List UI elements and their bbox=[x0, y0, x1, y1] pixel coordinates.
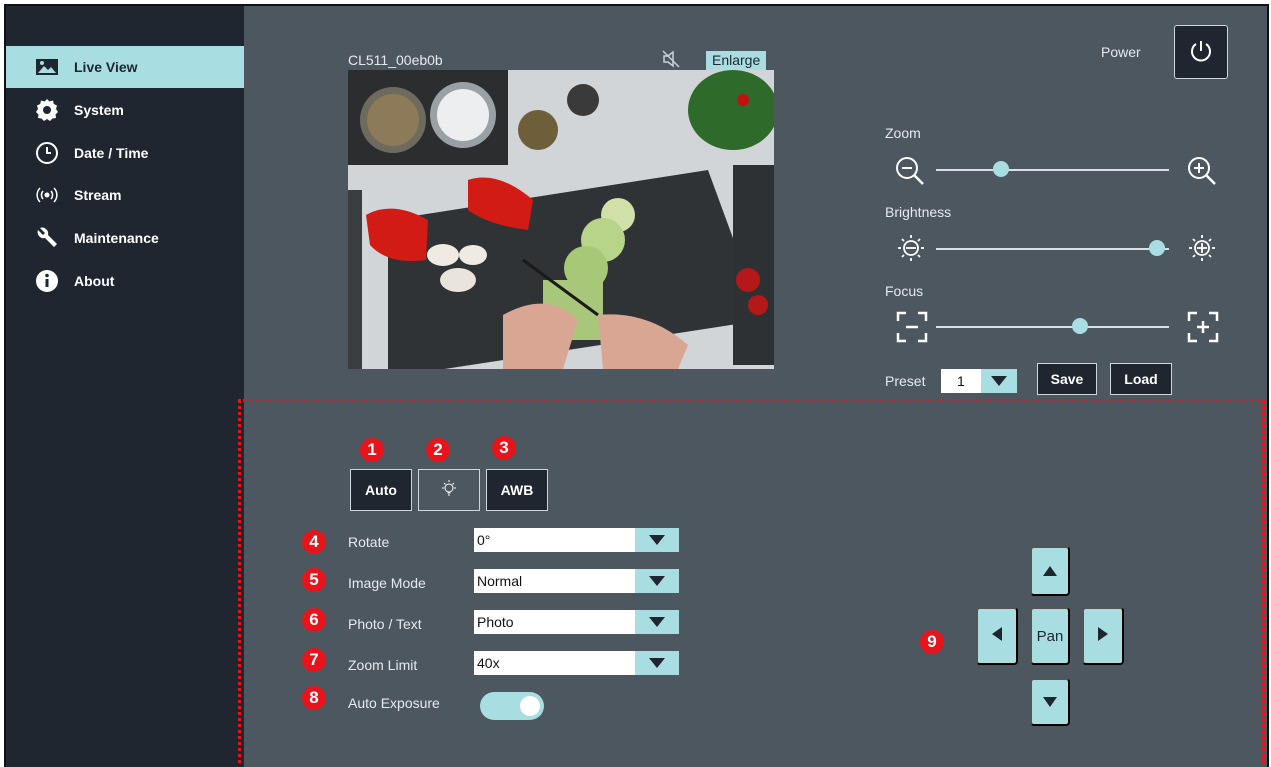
preset-save-button[interactable]: Save bbox=[1037, 363, 1097, 395]
power-icon bbox=[1188, 38, 1214, 67]
preset-select-value: 1 bbox=[957, 373, 965, 389]
info-icon bbox=[34, 268, 60, 294]
annotation-highlight-box bbox=[238, 399, 1265, 767]
brightness-up-icon[interactable] bbox=[1187, 233, 1217, 268]
power-button[interactable] bbox=[1174, 25, 1228, 79]
enlarge-button[interactable]: Enlarge bbox=[706, 51, 767, 70]
image-icon bbox=[34, 54, 60, 80]
focus-slider-thumb[interactable] bbox=[1072, 318, 1089, 334]
sidebar-item-label: Maintenance bbox=[74, 230, 159, 246]
preset-select[interactable]: 1 bbox=[941, 369, 1017, 393]
power-label: Power bbox=[1101, 44, 1141, 60]
sidebar-item-label: Date / Time bbox=[74, 145, 149, 161]
clock-icon bbox=[34, 140, 60, 166]
sidebar-item-maintenance[interactable]: Maintenance bbox=[6, 217, 244, 259]
focus-far-icon[interactable] bbox=[1187, 311, 1219, 348]
sidebar: Live View System Date / Time Stream Main… bbox=[6, 6, 244, 767]
sidebar-item-label: Stream bbox=[74, 187, 122, 203]
brightness-label: Brightness bbox=[885, 204, 952, 220]
focus-near-icon[interactable] bbox=[896, 311, 928, 348]
focus-label: Focus bbox=[885, 283, 924, 299]
annotation-badge-9: 9 bbox=[920, 630, 944, 654]
sidebar-item-stream[interactable]: Stream bbox=[6, 174, 244, 216]
sidebar-item-system[interactable]: System bbox=[6, 89, 244, 131]
gear-icon bbox=[34, 97, 60, 123]
annotation-badge-3: 3 bbox=[492, 436, 516, 460]
annotation-badge-2: 2 bbox=[426, 438, 450, 462]
zoom-label: Zoom bbox=[885, 125, 921, 141]
annotation-badge-6: 6 bbox=[302, 608, 326, 632]
focus-slider-track[interactable] bbox=[936, 326, 1169, 328]
annotation-badge-1: 1 bbox=[360, 438, 384, 462]
sidebar-item-about[interactable]: About bbox=[6, 260, 244, 302]
sidebar-item-live-view[interactable]: Live View bbox=[6, 46, 244, 88]
sidebar-item-label: Live View bbox=[74, 59, 138, 75]
preset-load-button[interactable]: Load bbox=[1110, 363, 1172, 395]
brightness-slider-thumb[interactable] bbox=[1149, 240, 1166, 256]
sidebar-item-label: System bbox=[74, 102, 124, 118]
camera-title: CL511_00eb0b bbox=[348, 52, 443, 68]
broadcast-icon bbox=[34, 182, 60, 208]
annotation-badge-8: 8 bbox=[302, 686, 326, 710]
preset-label: Preset bbox=[885, 373, 926, 389]
annotation-badge-4: 4 bbox=[302, 530, 326, 554]
zoom-in-icon[interactable] bbox=[1185, 154, 1219, 193]
zoom-slider-thumb[interactable] bbox=[993, 161, 1010, 177]
zoom-out-icon[interactable] bbox=[893, 154, 927, 193]
app-window: Live View System Date / Time Stream Main… bbox=[4, 4, 1269, 767]
annotation-badge-7: 7 bbox=[302, 648, 326, 672]
chevron-down-icon bbox=[981, 369, 1017, 393]
live-video-feed[interactable] bbox=[348, 70, 774, 369]
zoom-slider-track[interactable] bbox=[936, 169, 1169, 171]
sidebar-item-date-time[interactable]: Date / Time bbox=[6, 132, 244, 174]
wrench-icon bbox=[34, 225, 60, 251]
annotation-badge-5: 5 bbox=[302, 568, 326, 592]
sidebar-item-label: About bbox=[74, 273, 115, 289]
brightness-slider-track[interactable] bbox=[936, 248, 1169, 250]
brightness-down-icon[interactable] bbox=[896, 233, 926, 268]
